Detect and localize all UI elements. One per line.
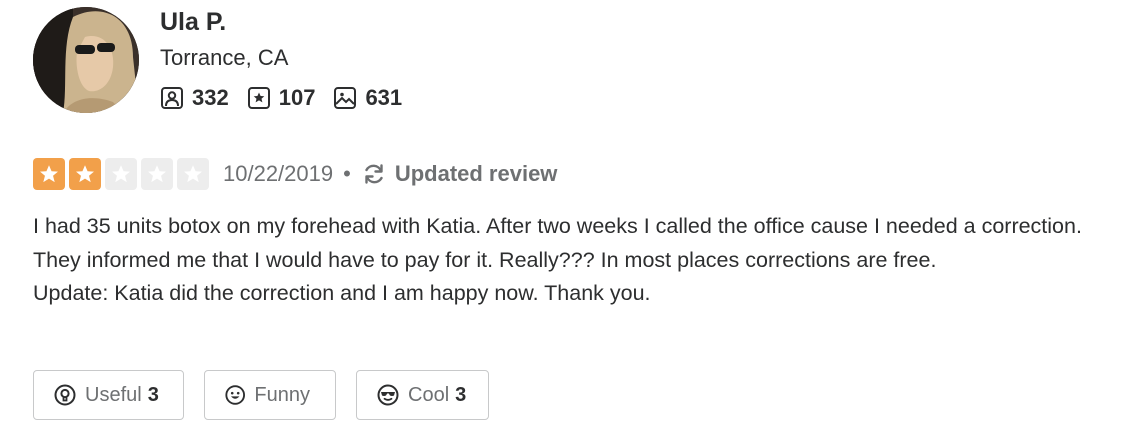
review-date: 10/22/2019 [223, 161, 334, 186]
star-empty [177, 158, 209, 190]
photos-stat: 631 [333, 85, 402, 111]
star-icon [112, 165, 130, 183]
star-icon [184, 165, 202, 183]
user-stats: 332 107 631 [160, 85, 420, 111]
separator-dot: • [343, 161, 351, 186]
star-filled [33, 158, 65, 190]
star-rating [33, 158, 209, 190]
refresh-icon [365, 164, 383, 184]
smile-icon [225, 385, 246, 405]
star-icon [148, 165, 166, 183]
cool-button[interactable]: Cool 3 [356, 370, 489, 420]
user-name[interactable]: Ula P. [160, 8, 226, 37]
star-icon [40, 165, 58, 183]
star-empty [141, 158, 173, 190]
star-empty [105, 158, 137, 190]
cool-label: Cool [408, 383, 450, 406]
useful-button[interactable]: Useful 3 [33, 370, 184, 420]
friends-icon [161, 87, 183, 109]
updated-review-label: Updated review [394, 161, 558, 186]
cool-count: 3 [455, 383, 467, 406]
user-photo [33, 7, 139, 113]
funny-button[interactable]: Funny [204, 370, 336, 420]
review-update-paragraph: Update: Katia did the correction and I a… [33, 281, 651, 305]
sunglasses-face-icon [377, 384, 399, 406]
star-filled [69, 158, 101, 190]
review-text: I had 35 units botox on my forehead with… [33, 210, 1113, 311]
funny-label: Funny [254, 383, 310, 406]
useful-count: 3 [147, 383, 159, 406]
review-meta: 10/22/2019 • Updated review [33, 157, 557, 191]
reaction-buttons: Useful 3 Funny Cool 3 [33, 370, 489, 420]
friends-stat: 332 [160, 85, 229, 111]
photo-icon [334, 87, 357, 109]
lightbulb-icon [54, 384, 76, 406]
star-icon [76, 165, 94, 183]
user-location: Torrance, CA [160, 45, 289, 70]
updated-review-link[interactable]: Updated review [361, 161, 558, 187]
reviews-count: 107 [278, 85, 316, 110]
useful-label: Useful [85, 383, 142, 406]
friends-count: 332 [192, 85, 229, 110]
review-star-icon [247, 87, 270, 109]
reviews-stat: 107 [247, 85, 316, 111]
photos-count: 631 [365, 85, 403, 110]
review-paragraph: I had 35 units botox on my forehead with… [33, 214, 1082, 272]
avatar[interactable] [33, 7, 139, 113]
